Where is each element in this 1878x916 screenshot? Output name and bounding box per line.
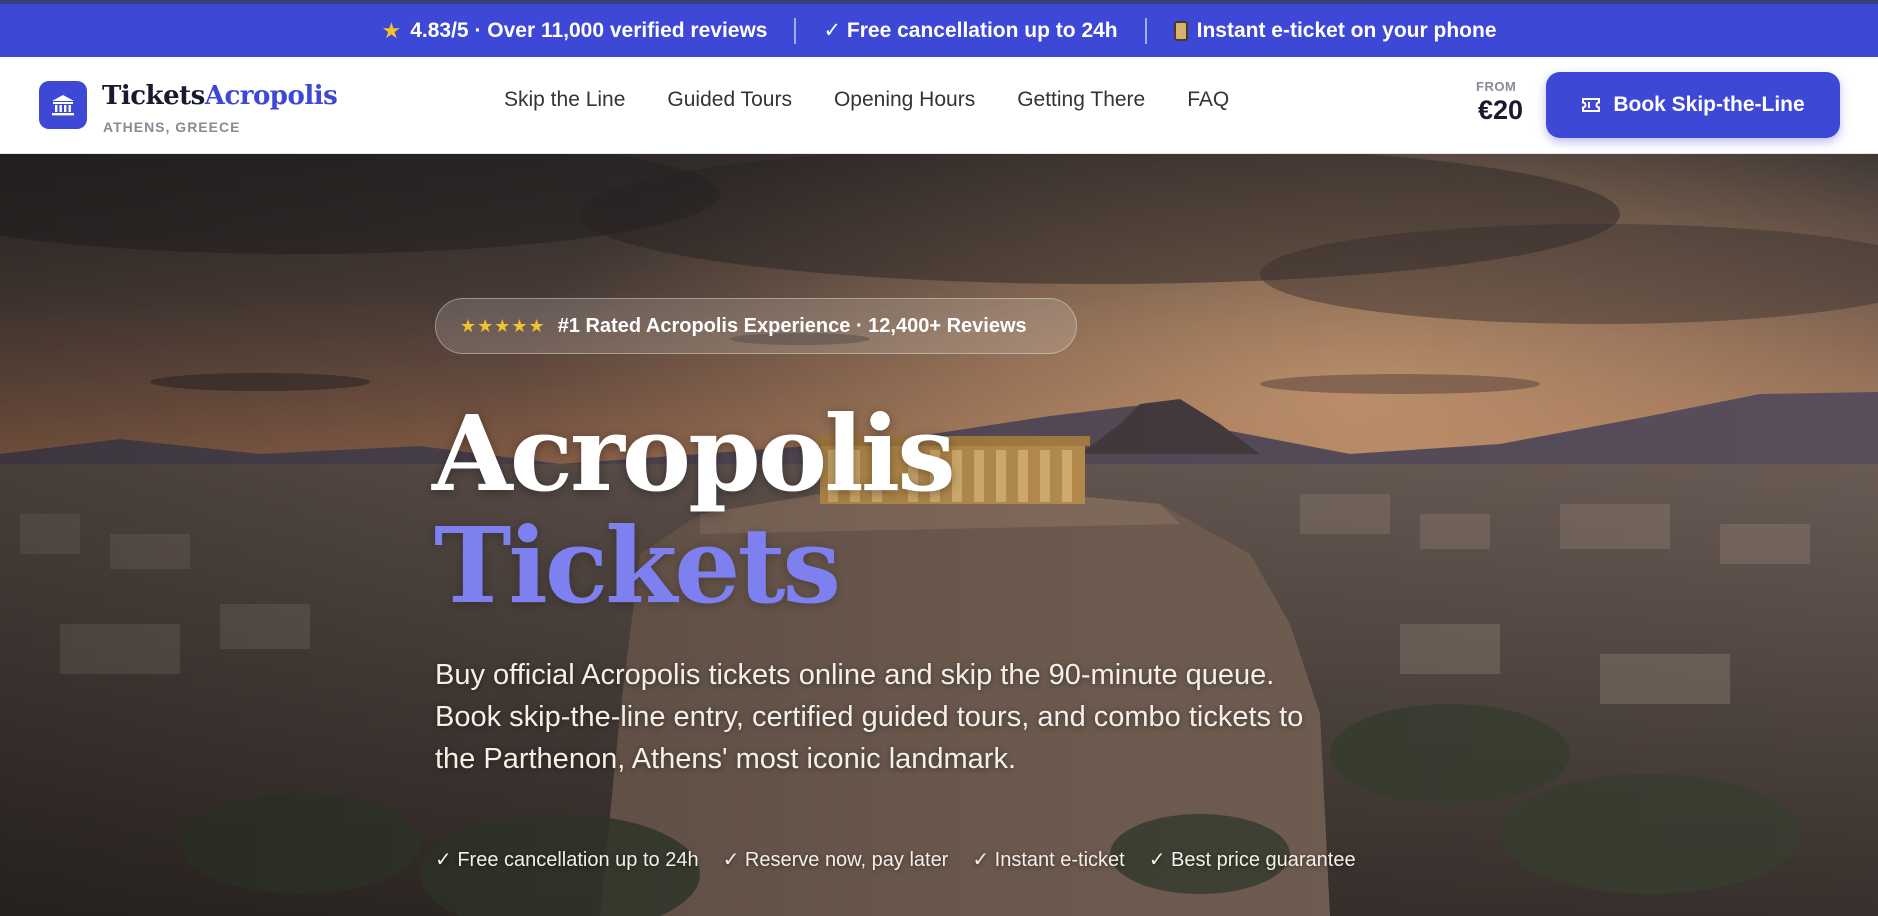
perk-instant-eticket: ✓ Instant e-ticket [972,849,1125,871]
perk-best-price: ✓ Best price guarantee [1148,849,1356,871]
logo-location: ATHENS, GREECE [103,119,241,135]
announcement-eticket: Instant e-ticket on your phone [1173,18,1497,43]
nav-faq[interactable]: FAQ [1187,85,1229,115]
rating-pill-text: #1 Rated Acropolis Experience · 12,400+ … [557,314,1027,337]
price-from-label: FROM [1476,79,1517,94]
hero-description: Buy official Acropolis tickets online an… [435,659,1304,775]
nav-skip-the-line[interactable]: Skip the Line [504,85,625,115]
book-skip-the-line-button[interactable]: Book Skip-the-Line [1546,72,1840,138]
perk-reserve-now: ✓ Reserve now, pay later [722,849,949,871]
acropolis-sunset-photo [0,154,1878,916]
announcement-divider [794,17,797,44]
rating-pill: ★★★★★ #1 Rated Acropolis Experience · 12… [435,298,1077,354]
nav-getting-there[interactable]: Getting There [1017,85,1145,115]
hero-perks: ✓ Free cancellation up to 24h ✓ Reserve … [435,847,1380,872]
star-icon: ★ [381,17,402,43]
hero-section: ★★★★★ #1 Rated Acropolis Experience · 12… [0,154,1878,916]
announcement-rating: ★ 4.83/5 · Over 11,000 verified reviews [381,18,767,44]
announcement-rating-text: 4.83/5 · Over 11,000 verified reviews [410,18,768,42]
nav-opening-hours[interactable]: Opening Hours [834,85,975,115]
announcement-divider [1144,17,1147,44]
logo-accent: Acropolis [204,81,338,111]
announcement-cancellation-text: ✓ Free cancellation up to 24h [823,19,1118,42]
phone-icon [1173,20,1188,41]
logo-wordmark[interactable]: TicketsAcropolis [102,81,338,111]
announcement-eticket-text: Instant e-ticket on your phone [1196,18,1497,42]
price-from-value: €20 [1477,95,1523,125]
ticket-icon [1582,98,1601,112]
hero-title-line2: Tickets [434,504,841,627]
announcement-cancellation: ✓ Free cancellation up to 24h [823,18,1117,43]
perk-free-cancellation: ✓ Free cancellation up to 24h [435,849,699,871]
announcement-bar: ★ 4.83/5 · Over 11,000 verified reviews … [0,4,1878,57]
hero-title-line1: Acropolis [432,392,956,515]
nav-guided-tours[interactable]: Guided Tours [667,85,792,115]
logo-main: Tickets [102,81,205,111]
five-stars-icon: ★★★★★ [460,315,546,336]
main-nav: Skip the Line Guided Tours Opening Hours… [504,85,1271,115]
book-button-label: Book Skip-the-Line [1613,93,1805,116]
temple-icon [52,95,74,116]
logo-badge[interactable] [39,81,87,129]
site-header: TicketsAcropolis ATHENS, GREECE Skip the… [0,57,1878,154]
